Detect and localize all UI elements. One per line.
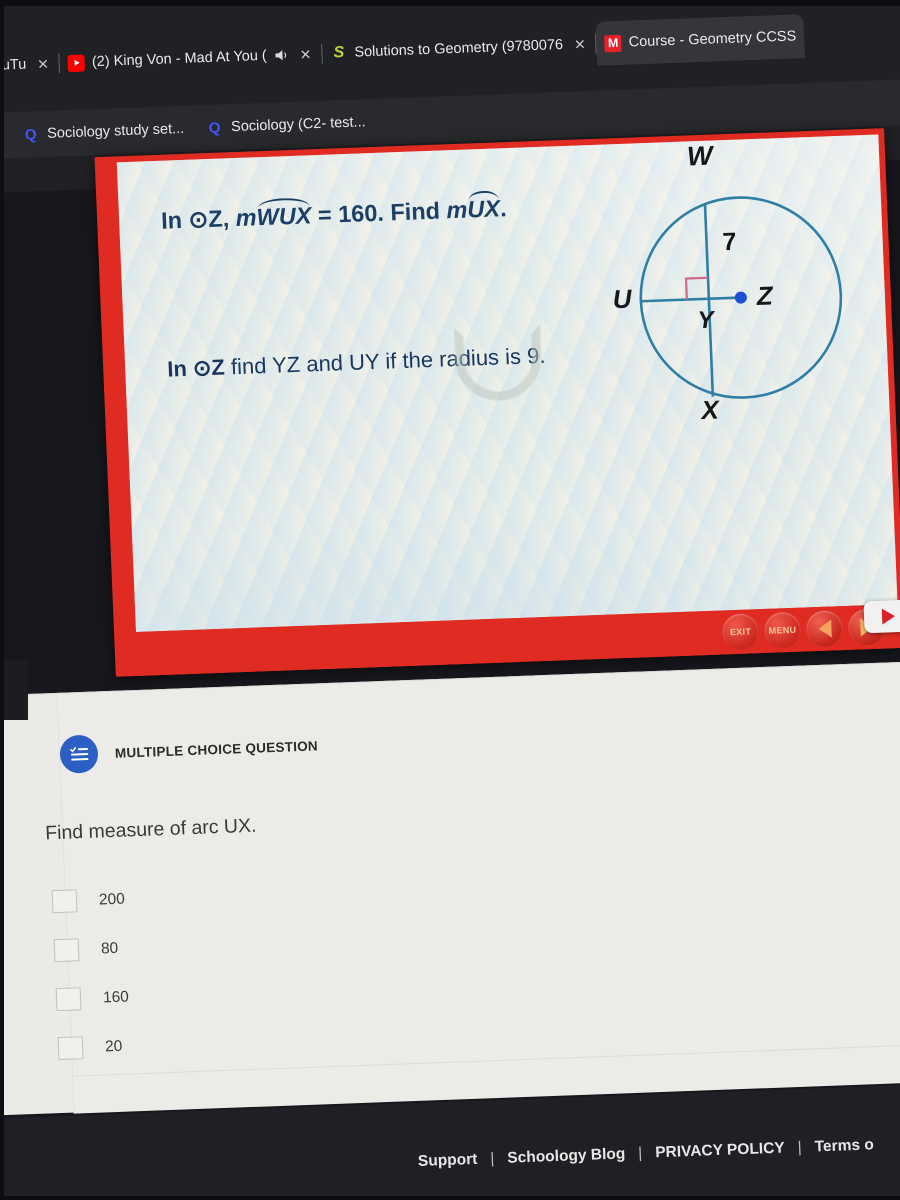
tab-strip: 3 - YouTu ✕ (2) King Von - Mad At You ( xyxy=(0,0,900,91)
answer-checkbox[interactable] xyxy=(57,1036,84,1061)
bookmark-item-sociology-study-set[interactable]: Q Sociology study set... xyxy=(22,120,185,143)
youtube-icon xyxy=(67,53,86,72)
footer-separator: | xyxy=(490,1150,495,1168)
problem-statement-line-1: In ⊙Z, mWUX = 160. Find mUX. xyxy=(161,194,507,235)
footer-link-support[interactable]: Support xyxy=(418,1151,478,1171)
browser-window: 3 - YouTu ✕ (2) King Von - Mad At You ( xyxy=(0,0,900,1200)
tab-slader-solutions[interactable]: S Solutions to Geometry (9780076 ✕ xyxy=(322,22,597,76)
question-type-label: MULTIPLE CHOICE QUESTION xyxy=(114,737,319,761)
tab-youtube-3[interactable]: 3 - YouTu ✕ xyxy=(0,41,60,89)
question-card: MULTIPLE CHOICE QUESTION Find measure of… xyxy=(0,659,900,1116)
bookmark-item-sociology-c2-test[interactable]: Q Sociology (C2- test... xyxy=(206,114,366,137)
question-prompt: Find measure of arc UX. xyxy=(44,814,257,845)
textbook-page: In ⊙Z, mWUX = 160. Find mUX. In ⊙Z find … xyxy=(116,134,898,632)
answer-checkbox[interactable] xyxy=(53,938,80,963)
footer-link-privacy-policy[interactable]: PRIVACY POLICY xyxy=(655,1140,785,1163)
figure-label-z: Z xyxy=(756,280,774,311)
problem-m1: m xyxy=(235,204,258,232)
problem-equals: = 160. xyxy=(317,199,385,229)
tab-schoology-course[interactable]: M Course - Geometry CCSS xyxy=(595,14,806,66)
close-icon[interactable]: ✕ xyxy=(572,36,588,52)
arc-ux: UX xyxy=(466,195,501,223)
tab-title: Solutions to Geometry (9780076 xyxy=(354,36,564,61)
chord-wx xyxy=(703,203,715,397)
problem-prefix: In ⊙Z, xyxy=(160,205,230,234)
figure-label-w: W xyxy=(686,140,714,172)
youtube-play-overlay-button[interactable] xyxy=(863,599,900,634)
close-icon[interactable]: ✕ xyxy=(35,56,51,72)
bookmark-label: Sociology (C2- test... xyxy=(230,114,366,136)
answer-checkbox[interactable] xyxy=(51,889,78,914)
speaker-icon[interactable] xyxy=(273,48,289,63)
answer-choice-label: 160 xyxy=(102,987,130,1006)
bezel-top xyxy=(0,0,900,6)
photo-of-screen: 3 - YouTu ✕ (2) King Von - Mad At You ( xyxy=(0,0,900,1200)
quizlet-icon: Q xyxy=(208,119,221,137)
problem-line2-rest: find YZ and UY if the radius is 9. xyxy=(230,342,546,380)
bezel-gap xyxy=(0,660,28,720)
footer-separator: | xyxy=(797,1138,803,1157)
figure-label-u: U xyxy=(612,283,633,315)
figure-label-7: 7 xyxy=(721,227,738,257)
arc-wux: WUX xyxy=(256,202,312,231)
bezel-bottom xyxy=(0,1196,900,1200)
slader-icon: S xyxy=(333,43,345,62)
close-icon[interactable]: ✕ xyxy=(297,46,313,62)
textbook-viewer: In ⊙Z, mWUX = 160. Find mUX. In ⊙Z find … xyxy=(94,128,900,677)
quizlet-icon: Q xyxy=(24,125,37,144)
answer-choice-label: 20 xyxy=(104,1037,123,1055)
problem-m2: m xyxy=(445,196,468,224)
exit-button[interactable]: EXIT xyxy=(721,613,760,651)
tab-title: Course - Geometry CCSS xyxy=(628,28,797,51)
footer-separator: | xyxy=(637,1144,643,1162)
problem-statement-line-2: In ⊙Z find YZ and UY if the radius is 9. xyxy=(167,343,546,383)
answer-choice-label: 200 xyxy=(98,890,126,909)
problem-period: . xyxy=(499,195,508,222)
answer-choice-list: 200 80 160 20 xyxy=(51,888,132,1061)
bookmark-label: Sociology study set... xyxy=(46,120,185,142)
previous-page-button[interactable] xyxy=(805,610,844,648)
center-point-z xyxy=(734,291,747,304)
answer-choice[interactable]: 160 xyxy=(55,985,130,1012)
answer-choice[interactable]: 80 xyxy=(53,937,128,963)
menu-button[interactable]: MENU xyxy=(763,611,802,649)
radius-uz xyxy=(640,296,741,303)
multiple-choice-icon xyxy=(59,734,99,774)
answer-choice-label: 80 xyxy=(100,939,119,957)
card-divider xyxy=(73,1039,900,1077)
footer-link-schoology-blog[interactable]: Schoology Blog xyxy=(507,1145,626,1167)
circle-diagram: W 7 U Z Y X xyxy=(607,141,879,440)
question-type-row: MULTIPLE CHOICE QUESTION xyxy=(59,726,319,774)
answer-choice[interactable]: 200 xyxy=(51,888,126,914)
footer-link-terms[interactable]: Terms o xyxy=(814,1136,874,1156)
bezel-left xyxy=(0,0,4,1200)
answer-choice[interactable]: 20 xyxy=(57,1034,132,1061)
chevron-left-icon xyxy=(817,619,832,638)
right-angle-mark xyxy=(684,276,709,300)
problem-find: Find xyxy=(389,197,441,226)
figure-label-x: X xyxy=(700,394,720,426)
schoology-icon: M xyxy=(604,34,623,52)
figure-label-y: Y xyxy=(697,306,715,335)
tab-king-von[interactable]: (2) King Von - Mad At You ( ✕ xyxy=(59,32,322,86)
footer-link-row: Support | Schoology Blog | PRIVACY POLIC… xyxy=(418,1136,875,1171)
answer-checkbox[interactable] xyxy=(55,987,82,1012)
tab-title: (2) King Von - Mad At You ( xyxy=(91,47,268,71)
question-card-inner: MULTIPLE CHOICE QUESTION Find measure of… xyxy=(45,660,900,1114)
problem-line2-bold: In ⊙Z xyxy=(166,354,226,382)
